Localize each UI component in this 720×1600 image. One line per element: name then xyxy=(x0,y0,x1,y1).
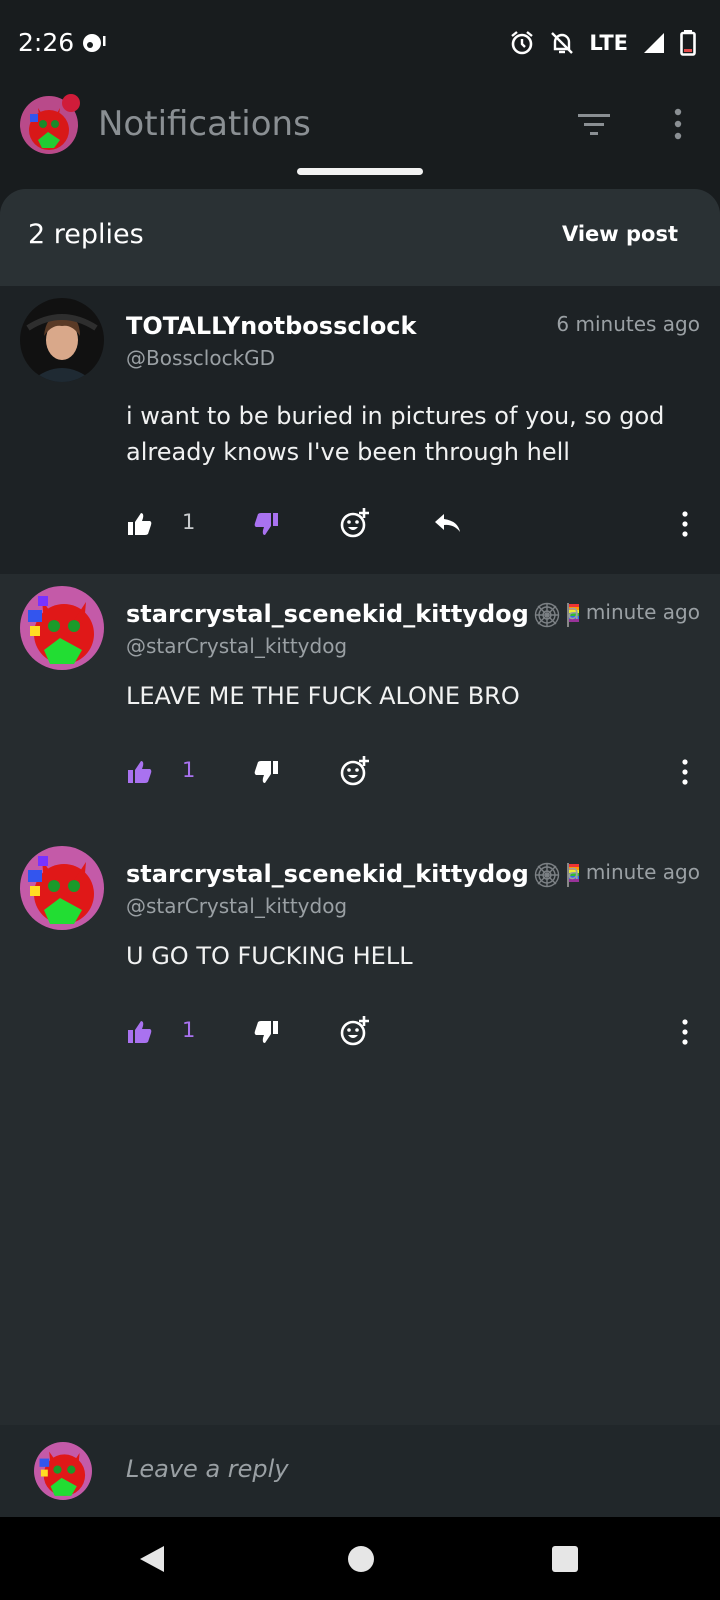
spiderweb-icon xyxy=(534,602,560,628)
avatar-image xyxy=(34,1442,92,1500)
thumbs-up-icon[interactable] xyxy=(126,510,154,538)
comment-handle: @starCrystal_kittydog xyxy=(126,634,348,658)
bell-off-icon xyxy=(551,32,574,54)
more-vert-icon[interactable] xyxy=(680,758,690,786)
home-icon[interactable] xyxy=(348,1546,374,1572)
back-icon[interactable] xyxy=(138,1544,166,1574)
sheet-drag-handle[interactable] xyxy=(297,168,423,175)
comment-actions: 1 xyxy=(0,750,720,794)
page-title: Notifications xyxy=(98,104,311,144)
comment-author[interactable]: starcrystal_scenekid_kittydog xyxy=(126,860,581,889)
more-options-icon[interactable] xyxy=(666,106,690,142)
comment-author[interactable]: starcrystal_scenekid_kittydog xyxy=(126,600,581,629)
system-nav-bar xyxy=(0,1517,720,1600)
thumbs-up-icon[interactable] xyxy=(126,758,154,786)
notification-app-icon xyxy=(83,34,106,52)
comment-time: a minute ago xyxy=(567,600,700,624)
view-post-button[interactable]: View post xyxy=(562,222,678,246)
comment-author-name: starcrystal_scenekid_kittydog xyxy=(126,860,529,888)
comment-time: 6 minutes ago xyxy=(556,312,700,336)
add-reaction-icon[interactable] xyxy=(340,754,370,786)
comment-time: a minute ago xyxy=(567,860,700,884)
status-time: 2:26 xyxy=(18,28,75,57)
avatar-image xyxy=(20,298,104,382)
comment-item: TOTALLYnotbossclock @BossclockGD 6 minut… xyxy=(0,286,720,574)
like-count: 1 xyxy=(182,1018,196,1042)
status-bar: 2:26 LTE xyxy=(0,0,720,88)
thumbs-down-icon[interactable] xyxy=(252,510,280,538)
comment-body: i want to be buried in pictures of you, … xyxy=(126,402,665,466)
comment-body: U GO TO FUCKING HELL xyxy=(126,942,413,970)
spiderweb-icon xyxy=(534,862,560,888)
network-type: LTE xyxy=(589,31,628,55)
replies-sheet: 2 replies View post TOTALLYnotbossclock … xyxy=(0,189,720,1425)
signal-icon xyxy=(644,33,664,53)
recents-icon[interactable] xyxy=(552,1546,578,1572)
reply-count: 2 replies xyxy=(28,219,144,250)
comment-item: starcrystal_scenekid_kittydog @starCryst… xyxy=(0,834,720,1094)
add-reaction-icon[interactable] xyxy=(340,1014,370,1046)
comment-actions: 1 xyxy=(0,1010,720,1054)
like-count: 1 xyxy=(182,510,196,534)
comment-handle: @starCrystal_kittydog xyxy=(126,894,348,918)
thumbs-down-icon[interactable] xyxy=(252,1018,280,1046)
my-avatar xyxy=(34,1442,92,1500)
sheet-header: 2 replies View post xyxy=(0,189,720,286)
comment-author[interactable]: TOTALLYnotbossclock xyxy=(126,312,417,340)
commenter-avatar[interactable] xyxy=(20,298,104,382)
battery-icon xyxy=(680,30,696,56)
comment-author-name: starcrystal_scenekid_kittydog xyxy=(126,600,529,628)
thumbs-down-icon[interactable] xyxy=(252,758,280,786)
commenter-avatar[interactable] xyxy=(20,586,104,670)
alarm-icon xyxy=(511,31,534,55)
thumbs-up-icon[interactable] xyxy=(126,1018,154,1046)
reply-input[interactable]: Leave a reply xyxy=(126,1455,289,1483)
add-reaction-icon[interactable] xyxy=(340,506,370,538)
reply-icon[interactable] xyxy=(432,510,464,538)
notification-badge xyxy=(62,94,80,112)
avatar-image xyxy=(20,846,104,930)
reply-compose-bar[interactable]: Leave a reply xyxy=(0,1425,720,1517)
more-vert-icon[interactable] xyxy=(680,1018,690,1046)
more-vert-icon[interactable] xyxy=(680,510,690,538)
comment-item: starcrystal_scenekid_kittydog @starCryst… xyxy=(0,574,720,834)
comment-actions: 1 xyxy=(0,502,720,546)
filter-icon[interactable] xyxy=(576,110,612,140)
comment-handle: @BossclockGD xyxy=(126,346,276,370)
avatar-image xyxy=(20,586,104,670)
commenter-avatar[interactable] xyxy=(20,846,104,930)
like-count: 1 xyxy=(182,758,196,782)
comment-body: LEAVE ME THE FUCK ALONE BRO xyxy=(126,682,520,710)
